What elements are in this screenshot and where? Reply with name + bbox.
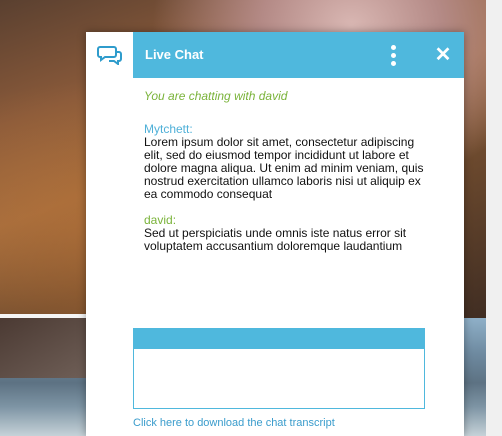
message-text: Lorem ipsum dolor sit amet, consectetur … xyxy=(144,135,424,201)
close-icon: ✕ xyxy=(434,44,452,66)
message-text: Sed ut perspiciatis unde omnis iste natu… xyxy=(144,226,407,253)
vertical-dots-icon xyxy=(391,45,396,50)
menu-dot xyxy=(391,53,396,58)
menu-button[interactable] xyxy=(383,44,403,66)
page-scrollbar[interactable] xyxy=(486,0,502,436)
download-transcript-link[interactable]: Click here to download the chat transcri… xyxy=(133,417,335,429)
chat-bubbles-icon xyxy=(96,46,122,65)
chat-title-bar: Live Chat ✕ xyxy=(133,32,464,78)
chat-message: david: Sed ut perspiciatis unde omnis is… xyxy=(144,214,424,253)
message-input-area xyxy=(133,328,425,409)
live-chat-window: Live Chat ✕ You are chatting with david … xyxy=(86,32,464,436)
input-toolbar xyxy=(134,329,424,349)
menu-dot xyxy=(391,61,396,66)
close-button[interactable]: ✕ xyxy=(432,44,454,66)
chat-status: You are chatting with david xyxy=(144,89,288,103)
chat-title: Live Chat xyxy=(145,47,204,62)
chat-header: Live Chat ✕ xyxy=(86,32,464,78)
message-input[interactable] xyxy=(134,349,424,407)
chat-transcript: You are chatting with david Mytchett: Lo… xyxy=(144,90,424,266)
chat-logo xyxy=(86,32,133,78)
chat-message: Mytchett: Lorem ipsum dolor sit amet, co… xyxy=(144,123,424,201)
